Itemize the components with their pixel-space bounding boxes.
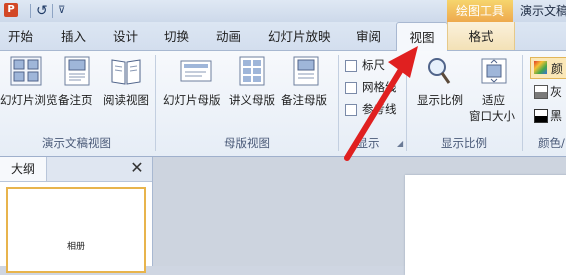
handout-master-button[interactable]: 讲义母版	[229, 93, 275, 107]
slide-thumbnail-title: 相册	[66, 242, 85, 252]
toolbar-separator	[52, 4, 53, 18]
slide-sorter-button[interactable]: 幻灯片浏览	[0, 93, 58, 107]
tab-home[interactable]: 开始	[8, 22, 33, 50]
window-title: 演示文稿	[520, 4, 566, 18]
slide-thumbnail[interactable]: 相册	[6, 187, 146, 273]
group-separator	[522, 55, 523, 151]
color-swatch-icon	[534, 61, 547, 74]
drawing-tools-context-tab: 绘图工具	[447, 0, 513, 22]
tab-slideshow[interactable]: 幻灯片放映	[268, 22, 331, 50]
slide-editing-area[interactable]	[153, 157, 566, 275]
notes-master-button[interactable]: 备注母版	[281, 93, 327, 107]
black-white-icon	[534, 109, 548, 123]
outline-panel: 大纲 ✕ 相册	[0, 157, 153, 273]
annotation-arrow-icon	[344, 46, 418, 161]
ribbon-tab-bar: 开始 插入 设计 切换 动画 幻灯片放映 审阅 视图 格式	[0, 22, 566, 52]
tab-insert[interactable]: 插入	[61, 22, 86, 50]
app-logo-icon[interactable]: P	[4, 3, 18, 17]
handout-master-icon	[239, 56, 265, 86]
notes-page-icon	[64, 56, 90, 86]
quick-access-toolbar: P ↺ ⊽ 绘图工具 演示文稿	[0, 0, 566, 22]
grayscale-option[interactable]: 灰	[550, 83, 562, 100]
group-label-presentation-views: 演示文稿视图	[42, 136, 111, 150]
toolbar-separator	[30, 4, 31, 18]
tab-design[interactable]: 设计	[113, 22, 138, 50]
fit-to-window-button[interactable]: 窗口大小	[469, 109, 515, 123]
slide-master-icon	[180, 60, 212, 82]
panel-header: 大纲 ✕	[0, 157, 152, 182]
fit-to-window-icon	[481, 58, 507, 84]
reading-view-icon	[111, 59, 141, 85]
close-icon[interactable]: ✕	[128, 159, 146, 177]
notes-page-button[interactable]: 备注页	[58, 93, 93, 107]
fit-label-line1[interactable]: 适应	[482, 93, 505, 107]
customize-toolbar-icon[interactable]: ⊽	[58, 3, 65, 19]
slide-master-button[interactable]: 幻灯片母版	[163, 93, 221, 107]
tab-format[interactable]: 格式	[447, 22, 515, 50]
color-option-label: 颜	[551, 62, 564, 76]
slide-sorter-icon	[10, 56, 42, 86]
group-separator	[155, 55, 156, 151]
ribbon-view: 幻灯片浏览 备注页 阅读视图 演示文稿视图 幻灯片母版 讲义母版 备注母版 母版…	[0, 51, 566, 157]
grayscale-icon	[534, 85, 548, 99]
black-white-option[interactable]: 黑	[550, 107, 562, 124]
notes-master-icon	[293, 56, 319, 86]
tab-outline[interactable]: 大纲	[0, 157, 47, 181]
tab-animations[interactable]: 动画	[216, 22, 241, 50]
current-slide[interactable]	[405, 175, 566, 275]
color-option-selected[interactable]: 颜	[530, 57, 566, 79]
reading-view-button[interactable]: 阅读视图	[103, 93, 149, 107]
undo-icon[interactable]: ↺	[36, 3, 48, 19]
group-label-master-views: 母版视图	[224, 136, 270, 150]
group-label-color: 颜色/	[538, 136, 565, 150]
tab-transitions[interactable]: 切换	[164, 22, 189, 50]
